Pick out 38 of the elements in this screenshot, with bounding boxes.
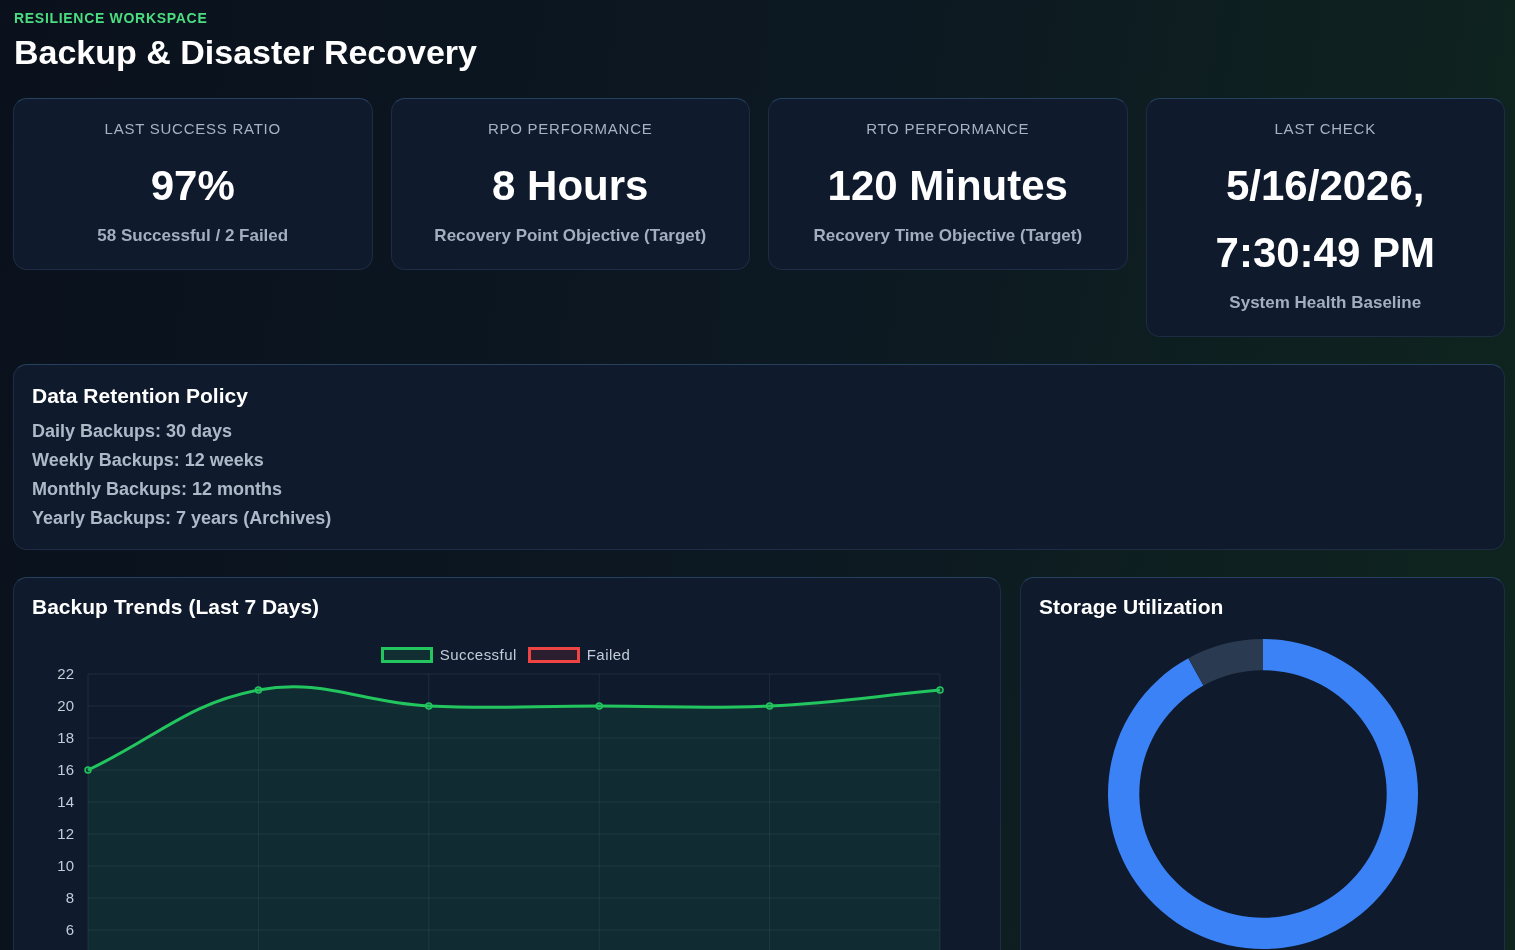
legend-label: Failed bbox=[586, 646, 631, 664]
axis-tick-label: 18 bbox=[57, 729, 74, 746]
stat-label: RPO PERFORMANCE bbox=[487, 119, 653, 139]
data-point bbox=[765, 702, 774, 710]
axis-tick-label: 6 bbox=[65, 921, 74, 938]
stat-label: RTO PERFORMANCE bbox=[866, 119, 1030, 139]
stat-caption: Recovery Point Objective (Target) bbox=[434, 225, 707, 247]
axis-tick-label: 20 bbox=[57, 697, 74, 714]
page-title: Backup & Disaster Recovery bbox=[14, 32, 477, 72]
policy-item: Monthly Backups: 12 months bbox=[32, 478, 283, 501]
policy-item: Yearly Backups: 7 years (Archives) bbox=[32, 507, 332, 530]
stat-caption: 58 Successful / 2 Failed bbox=[97, 225, 289, 247]
axis-tick-label: 14 bbox=[57, 793, 74, 810]
card-title: Storage Utilization bbox=[1039, 594, 1224, 620]
axis-tick-label: 16 bbox=[57, 761, 74, 778]
stat-label: LAST SUCCESS RATIO bbox=[104, 119, 281, 139]
axis-tick-label: 22 bbox=[57, 666, 74, 682]
stat-value: 8 Hours bbox=[492, 161, 649, 211]
policy-item: Daily Backups: 30 days bbox=[32, 420, 233, 443]
stat-caption: System Health Baseline bbox=[1229, 292, 1422, 314]
legend-label: Successful bbox=[439, 646, 517, 664]
data-point bbox=[595, 702, 603, 710]
stat-value: 97% bbox=[150, 161, 235, 211]
data-point bbox=[936, 686, 944, 694]
data-point bbox=[254, 686, 263, 694]
data-point bbox=[425, 702, 433, 710]
card-title: Backup Trends (Last 7 Days) bbox=[32, 594, 320, 620]
stat-caption: Recovery Time Objective (Target) bbox=[813, 225, 1083, 247]
axis-tick-label: 10 bbox=[57, 857, 74, 874]
card-title: Data Retention Policy bbox=[32, 383, 248, 409]
axis-tick-label: 12 bbox=[57, 825, 74, 842]
data-point bbox=[84, 766, 92, 774]
axis-tick-label: 8 bbox=[65, 889, 74, 906]
stat-value: 5/16/2026, 7:30:49 PM bbox=[1214, 161, 1436, 278]
policy-item: Weekly Backups: 12 weeks bbox=[32, 449, 264, 472]
workspace-label: RESILIENCE WORKSPACE bbox=[14, 9, 208, 28]
stat-label: LAST CHECK bbox=[1274, 119, 1376, 139]
stat-value: 120 Minutes bbox=[827, 161, 1068, 211]
